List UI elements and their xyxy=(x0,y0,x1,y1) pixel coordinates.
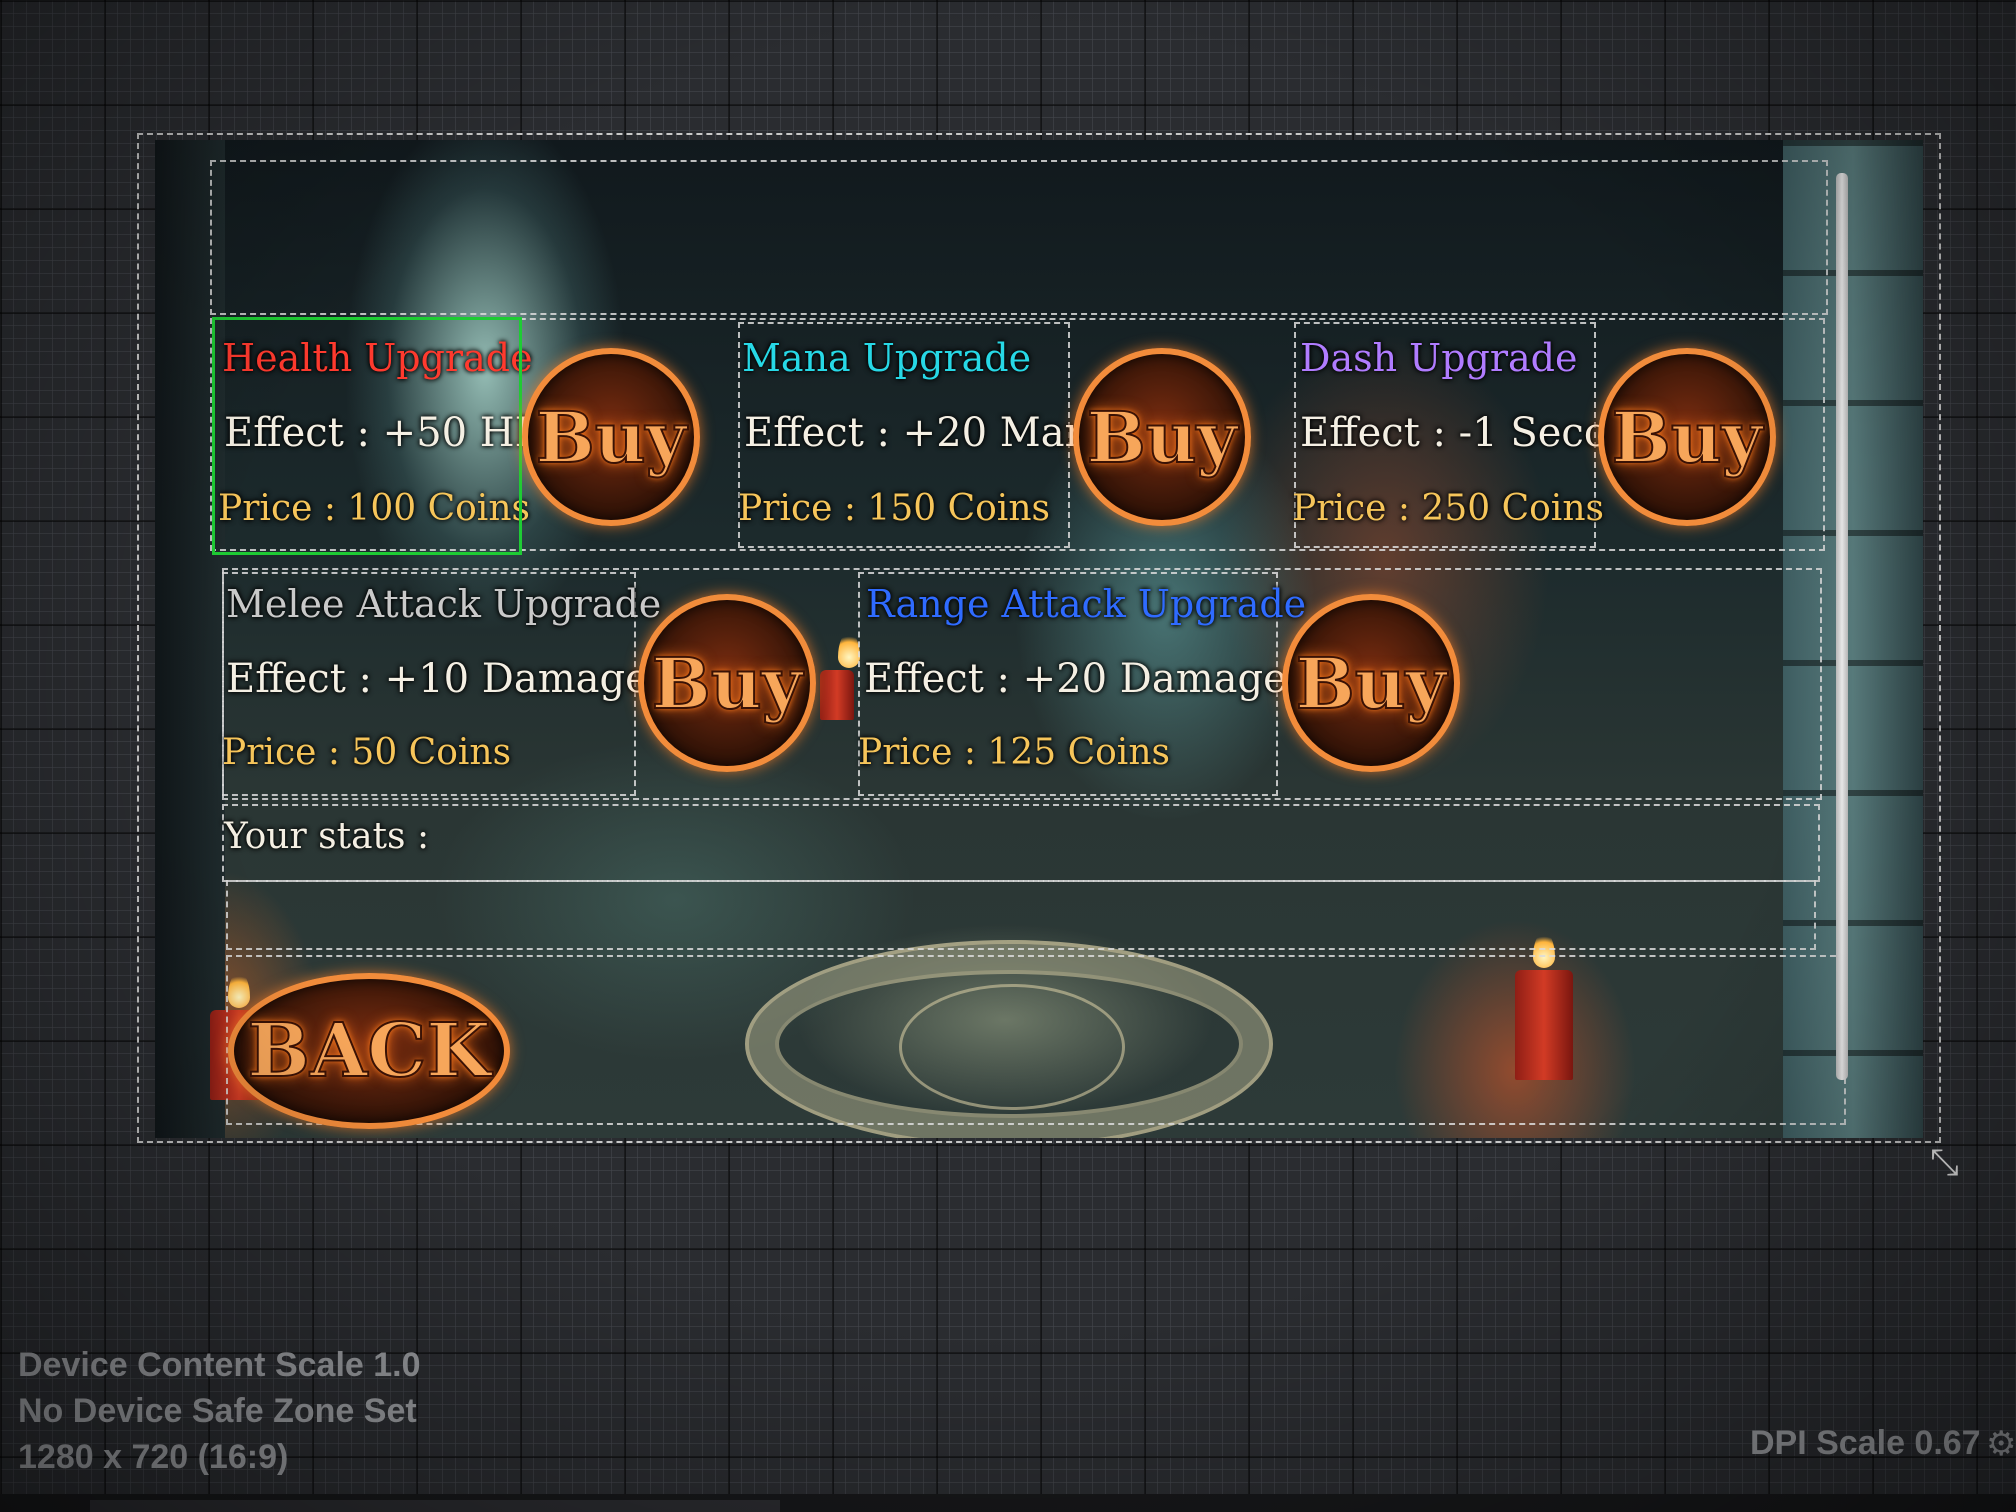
bottom-toolbar xyxy=(0,1494,2016,1512)
range-upgrade-title: Range Attack Upgrade xyxy=(866,582,1307,626)
top-spacer-box xyxy=(210,160,1828,315)
melee-upgrade-title: Melee Attack Upgrade xyxy=(226,582,662,626)
dash-upgrade-title: Dash Upgrade xyxy=(1300,336,1578,380)
mana-upgrade-title: Mana Upgrade xyxy=(742,336,1032,380)
buy-range-button[interactable]: Buy xyxy=(1282,594,1460,772)
mana-upgrade-price: Price : 150 Coins xyxy=(738,488,1050,529)
stats-label-box xyxy=(222,804,1820,882)
buy-melee-button[interactable]: Buy xyxy=(638,594,816,772)
buy-dash-button[interactable]: Buy xyxy=(1598,348,1776,526)
range-upgrade-price: Price : 125 Coins xyxy=(858,732,1170,773)
safe-zone-text: No Device Safe Zone Set xyxy=(18,1392,417,1430)
resolution-text: 1280 x 720 (16:9) xyxy=(18,1438,289,1476)
resize-handle-icon[interactable]: ⤡ xyxy=(1930,1142,1959,1184)
dash-upgrade-price: Price : 250 Coins xyxy=(1292,488,1604,529)
mana-upgrade-effect: Effect : +20 Mana xyxy=(744,410,1115,456)
dpi-scale-text: DPI Scale 0.67 xyxy=(1750,1424,1981,1462)
content-scale-text: Device Content Scale 1.0 xyxy=(18,1346,421,1384)
melee-upgrade-price: Price : 50 Coins xyxy=(222,732,512,773)
scrollbar[interactable] xyxy=(1836,173,1848,1080)
buy-mana-button[interactable]: Buy xyxy=(1073,348,1251,526)
stats-label: Your stats : xyxy=(224,816,430,857)
stats-value-box xyxy=(226,880,1816,950)
range-upgrade-effect: Effect : +20 Damage xyxy=(864,656,1287,702)
back-button[interactable]: BACK xyxy=(228,973,510,1129)
selection-outline xyxy=(212,317,522,555)
melee-upgrade-effect: Effect : +10 Damage xyxy=(226,656,649,702)
buy-health-button[interactable]: Buy xyxy=(522,348,700,526)
gear-icon[interactable]: ⚙ xyxy=(1986,1424,2016,1464)
